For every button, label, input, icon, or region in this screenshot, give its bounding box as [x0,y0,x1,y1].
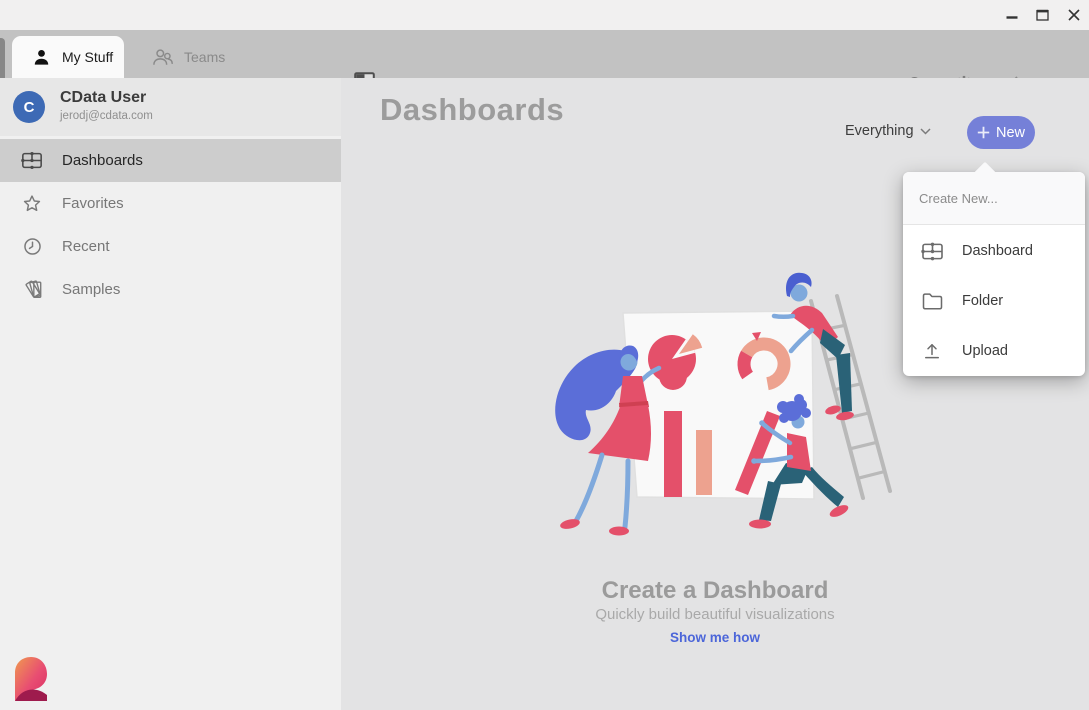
minimize-icon [1006,9,1018,21]
tab-bar: My Stuff Teams [0,30,1089,78]
tab-label: My Stuff [62,49,113,65]
menu-header: Create New... [903,172,1085,225]
folder-icon [920,289,944,313]
tab-edge-fragment [0,38,5,78]
sidebar-item-dashboards[interactable]: Dashboards [0,139,341,182]
menu-item-upload[interactable]: Upload [903,326,1085,376]
filter-label: Everything [845,123,914,139]
menu-item-folder[interactable]: Folder [903,276,1085,326]
close-icon [1068,9,1080,21]
menu-item-label: Folder [962,293,1003,309]
sidebar: C CData User jerodj@cdata.com Dashboards [0,78,341,710]
maximize-button[interactable] [1027,0,1058,30]
dashboards-icon [20,149,44,173]
new-button-label: New [996,125,1025,141]
window-controls [996,0,1089,30]
create-new-menu: Create New... Dashboard Folder [903,172,1085,375]
tab-label: Teams [184,49,225,65]
maximize-icon [1036,9,1049,21]
filter-dropdown[interactable]: Everything [845,123,931,139]
sidebar-item-label: Dashboards [62,152,143,169]
star-icon [20,192,44,216]
clock-icon [20,235,44,259]
show-me-how-link[interactable]: Show me how [341,630,1089,645]
chevron-down-icon [920,128,931,135]
minimize-button[interactable] [996,0,1027,30]
user-name: CData User [60,89,146,107]
empty-state-subtitle: Quickly build beautiful visualizations [341,606,1089,623]
upload-icon [920,339,944,363]
sidebar-item-recent[interactable]: Recent [0,225,341,268]
app-window: My Stuff Teams [0,0,1089,710]
user-email: jerodj@cdata.com [60,110,153,122]
empty-state-title: Create a Dashboard [341,577,1089,605]
sidebar-item-favorites[interactable]: Favorites [0,182,341,225]
reveal-logo [12,656,48,707]
page-title: Dashboards [380,92,564,128]
menu-item-dashboard[interactable]: Dashboard [903,226,1085,276]
close-button[interactable] [1058,0,1089,30]
samples-icon [20,278,44,302]
teams-icon [152,47,174,67]
sidebar-item-label: Favorites [62,195,124,212]
window-titlebar [0,0,1089,30]
person-icon [32,48,51,67]
user-card[interactable]: C CData User jerodj@cdata.com [0,78,341,136]
menu-item-label: Upload [962,343,1008,359]
sidebar-item-samples[interactable]: Samples [0,268,341,311]
dashboard-illustration [540,255,900,555]
sidebar-item-label: Recent [62,238,110,255]
plus-icon [977,126,990,139]
new-button[interactable]: New [967,116,1035,149]
tab-teams[interactable]: Teams [140,36,250,78]
dashboard-icon [920,239,944,263]
sidebar-item-label: Samples [62,281,120,298]
menu-item-label: Dashboard [962,243,1033,259]
avatar: C [13,91,45,123]
tab-my-stuff[interactable]: My Stuff [12,36,124,78]
